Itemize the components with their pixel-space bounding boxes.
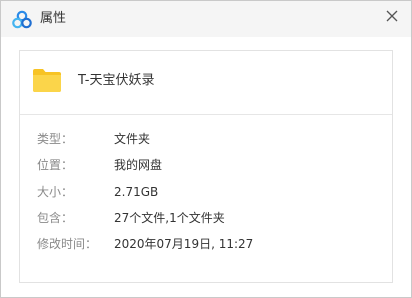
location-label: 位置： <box>37 158 74 172</box>
baidu-netdisk-logo-icon <box>12 10 32 29</box>
folder-icon <box>33 69 61 92</box>
contains-label: 包含： <box>37 211 74 225</box>
properties-panel: T-天宝伏妖录 类型： 文件夹 位置： 我的网盘 大小： 2.71GB 包含： … <box>19 50 393 283</box>
modified-time-value: 2020年07月19日, 11:27 <box>114 237 254 251</box>
modified-time-label: 修改时间： <box>37 237 98 251</box>
size-label: 大小： <box>37 185 74 199</box>
close-icon[interactable] <box>381 5 403 27</box>
type-label: 类型： <box>37 132 74 146</box>
title-bar: 属性 <box>1 1 411 37</box>
type-value: 文件夹 <box>114 132 151 146</box>
properties-dialog: 属性 T-天宝伏妖录 类型： 文件夹 位置： 我的网盘 大小： 2.71GB 包… <box>0 0 412 298</box>
contains-value: 27个文件,1个文件夹 <box>114 211 225 225</box>
dialog-title: 属性 <box>40 11 67 26</box>
location-value: 我的网盘 <box>114 158 163 172</box>
file-name: T-天宝伏妖录 <box>78 73 155 88</box>
divider <box>20 114 392 115</box>
size-value: 2.71GB <box>114 185 159 199</box>
file-header: T-天宝伏妖录 <box>20 51 392 114</box>
